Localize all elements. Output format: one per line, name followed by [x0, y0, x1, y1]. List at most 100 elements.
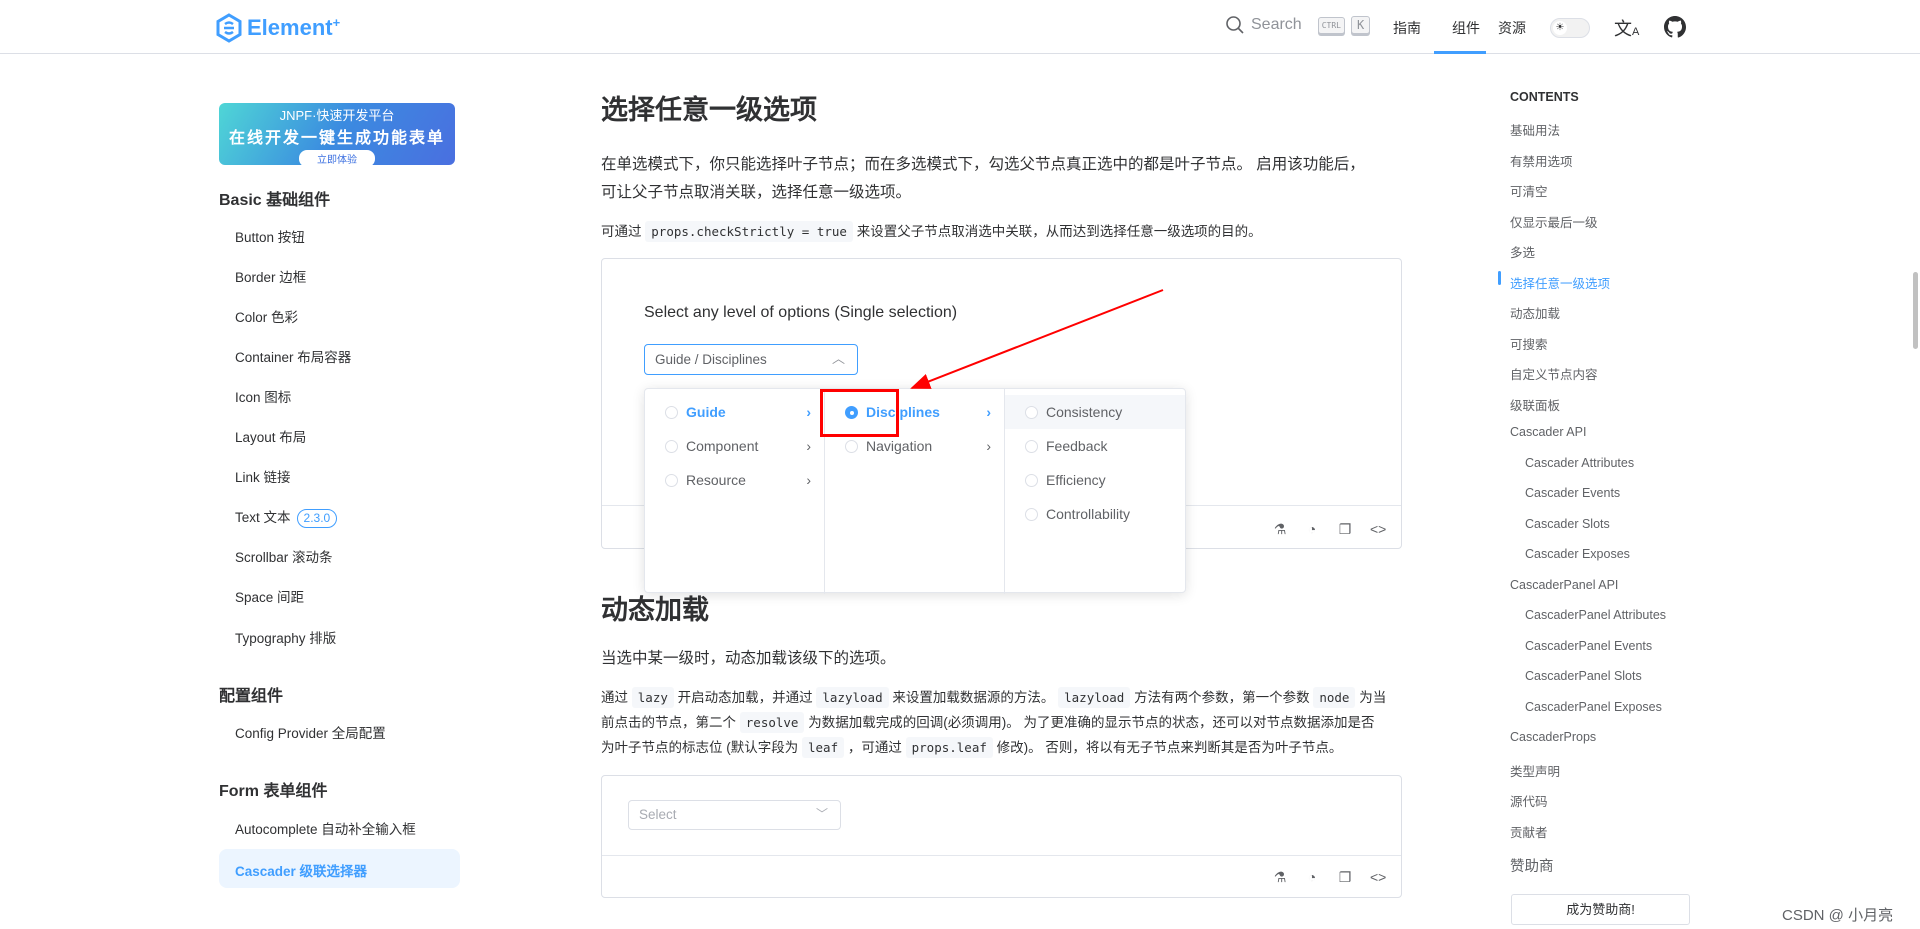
toc-item[interactable]: 可搜索: [1510, 334, 1548, 353]
toc-item[interactable]: 源代码: [1510, 791, 1548, 810]
sidebar-item-text[interactable]: Text 文本 2.3.0: [235, 506, 338, 528]
chevron-right-icon: ›: [806, 472, 811, 488]
sidebar-group-config: 配置组件: [219, 688, 284, 705]
github-icon[interactable]: [1664, 16, 1686, 38]
sidebar-item-cascader[interactable]: Cascader 级联选择器: [219, 849, 460, 888]
radio[interactable]: [665, 440, 678, 453]
sidebar-item-color[interactable]: Color 色彩: [235, 306, 298, 326]
chevron-right-icon: ›: [806, 438, 811, 454]
become-sponsor-button[interactable]: 成为赞助商!: [1511, 894, 1690, 925]
cascader-input[interactable]: Guide / Disciplines ︿: [644, 344, 858, 375]
toc-item[interactable]: 选择任意一级选项: [1510, 273, 1610, 292]
sidebar-item-config-provider[interactable]: Config Provider 全局配置: [235, 722, 386, 742]
github-icon[interactable]: ◔: [1304, 869, 1320, 885]
toc-item[interactable]: 自定义节点内容: [1510, 364, 1598, 383]
option-consistency[interactable]: Consistency: [1005, 395, 1185, 429]
radio[interactable]: [1025, 406, 1038, 419]
ad-banner[interactable]: JNPF·快速开发平台 在线开发一键生成功能表单 立即体验: [219, 103, 455, 165]
sidebar-item-autocomplete[interactable]: Autocomplete 自动补全输入框: [235, 818, 416, 838]
paragraph-line: 可让父子节点取消关联，选择任意一级选项。: [601, 184, 912, 201]
toc-item[interactable]: CascaderPanel Exposes: [1525, 700, 1662, 714]
radio[interactable]: [665, 474, 678, 487]
theme-toggle[interactable]: ☀: [1550, 18, 1590, 38]
toc-item[interactable]: Cascader Slots: [1525, 517, 1610, 531]
playground-icon[interactable]: ⚗: [1272, 869, 1288, 885]
toc-item[interactable]: 仅显示最后一级: [1510, 212, 1598, 231]
playground-icon[interactable]: ⚗: [1272, 521, 1288, 537]
section-title-check-strictly: 选择任意一级选项: [601, 95, 817, 125]
chevron-up-icon: ︿: [831, 351, 845, 366]
chevron-right-icon: ›: [986, 404, 991, 420]
nav-resource[interactable]: 资源: [1498, 18, 1526, 38]
toc-item[interactable]: Cascader Attributes: [1525, 456, 1634, 470]
toc-item[interactable]: 动态加载: [1510, 303, 1560, 322]
code-icon[interactable]: <>: [1370, 869, 1386, 885]
option-component[interactable]: Component ›: [645, 429, 825, 463]
toc-active-marker: [1498, 271, 1501, 285]
kbd-ctrl: CTRL: [1317, 16, 1345, 34]
toc-item[interactable]: Cascader API: [1510, 425, 1586, 439]
cascader-dropdown: Guide › Component › Resource › Disciplines ›…: [644, 388, 1186, 594]
toc-item[interactable]: CascaderPanel API: [1510, 578, 1618, 592]
top-header: Element + Search CTRL K 指南 组件 资源 ☀ 文A: [0, 0, 1920, 54]
logo-text: Element: [247, 15, 333, 40]
chevron-right-icon: ›: [986, 438, 991, 454]
sidebar-item-typography[interactable]: Typography 排版: [235, 627, 336, 647]
search-label: Search: [1251, 16, 1302, 33]
option-guide[interactable]: Guide ›: [645, 395, 825, 429]
demo-divider: [602, 855, 1401, 856]
search-button[interactable]: Search CTRL K: [1225, 15, 1371, 35]
toc-item[interactable]: 类型声明: [1510, 761, 1560, 780]
lazy-cascader-input[interactable]: Select ﹀: [628, 800, 841, 830]
paragraph-check-strictly: 可通过 props.checkStrictly = true 来设置父子节点取消…: [601, 220, 1262, 242]
code-icon[interactable]: <>: [1370, 521, 1386, 537]
toc-item[interactable]: Cascader Exposes: [1525, 547, 1630, 561]
sidebar-item-scrollbar[interactable]: Scrollbar 滚动条: [235, 546, 333, 566]
nav-guide[interactable]: 指南: [1393, 18, 1421, 38]
toc-item[interactable]: CascaderPanel Attributes: [1525, 608, 1666, 622]
toc-item[interactable]: Cascader Events: [1525, 486, 1620, 500]
logo-sup: +: [332, 14, 341, 30]
sidebar-item-button[interactable]: Button 按钮: [235, 226, 305, 246]
toc-item[interactable]: CascaderPanel Events: [1525, 639, 1652, 653]
banner-button: 立即体验: [299, 150, 375, 165]
sidebar-item-link[interactable]: Link 链接: [235, 466, 291, 486]
toc-item[interactable]: 级联面板: [1510, 395, 1560, 414]
radio[interactable]: [1025, 440, 1038, 453]
cascader-menu-3: Consistency Feedback Efficiency Controll…: [1005, 389, 1185, 594]
radio[interactable]: [845, 440, 858, 453]
sidebar-item-container[interactable]: Container 布局容器: [235, 346, 351, 366]
github-icon[interactable]: ◔: [1304, 521, 1320, 537]
toc-title: CONTENTS: [1510, 90, 1579, 104]
toc-item[interactable]: 贡献者: [1510, 822, 1548, 841]
cascader-menu-1: Guide › Component › Resource ›: [645, 389, 825, 594]
option-resource[interactable]: Resource ›: [645, 463, 825, 497]
sidebar-item-border[interactable]: Border 边框: [235, 266, 306, 286]
paragraph-lazy-intro: 当选中某一级时，动态加载该级下的选项。: [601, 650, 896, 667]
logo[interactable]: Element +: [215, 13, 340, 43]
option-efficiency[interactable]: Efficiency: [1005, 463, 1185, 497]
sidebar-item-layout[interactable]: Layout 布局: [235, 426, 306, 446]
radio[interactable]: [665, 406, 678, 419]
copy-icon[interactable]: ❐: [1337, 521, 1353, 537]
toc-item[interactable]: CascaderPanel Slots: [1525, 669, 1642, 683]
option-controllability[interactable]: Controllability: [1005, 497, 1185, 531]
sidebar-item-space[interactable]: Space 间距: [235, 586, 304, 606]
radio[interactable]: [1025, 474, 1038, 487]
chevron-right-icon: ›: [806, 404, 811, 420]
toc-item[interactable]: 多选: [1510, 242, 1535, 261]
option-feedback[interactable]: Feedback: [1005, 429, 1185, 463]
sidebar-group-form: Form 表单组件: [219, 783, 328, 800]
sponsor-title: 赞助商: [1510, 859, 1554, 875]
toc-item[interactable]: 可清空: [1510, 181, 1548, 200]
sidebar-item-icon[interactable]: Icon 图标: [235, 386, 291, 406]
translate-icon[interactable]: 文A: [1614, 15, 1639, 41]
toc-item[interactable]: 基础用法: [1510, 120, 1560, 139]
copy-icon[interactable]: ❐: [1337, 869, 1353, 885]
toc-item[interactable]: CascaderProps: [1510, 730, 1596, 744]
toc-item[interactable]: 有禁用选项: [1510, 151, 1573, 170]
paragraph-line: 在单选模式下，你只能选择叶子节点；而在多选模式下，勾选父节点真正选中的都是叶子节…: [601, 156, 1365, 173]
page-scrollbar[interactable]: [1913, 272, 1918, 349]
radio[interactable]: [1025, 508, 1038, 521]
nav-component[interactable]: 组件: [1446, 18, 1486, 38]
